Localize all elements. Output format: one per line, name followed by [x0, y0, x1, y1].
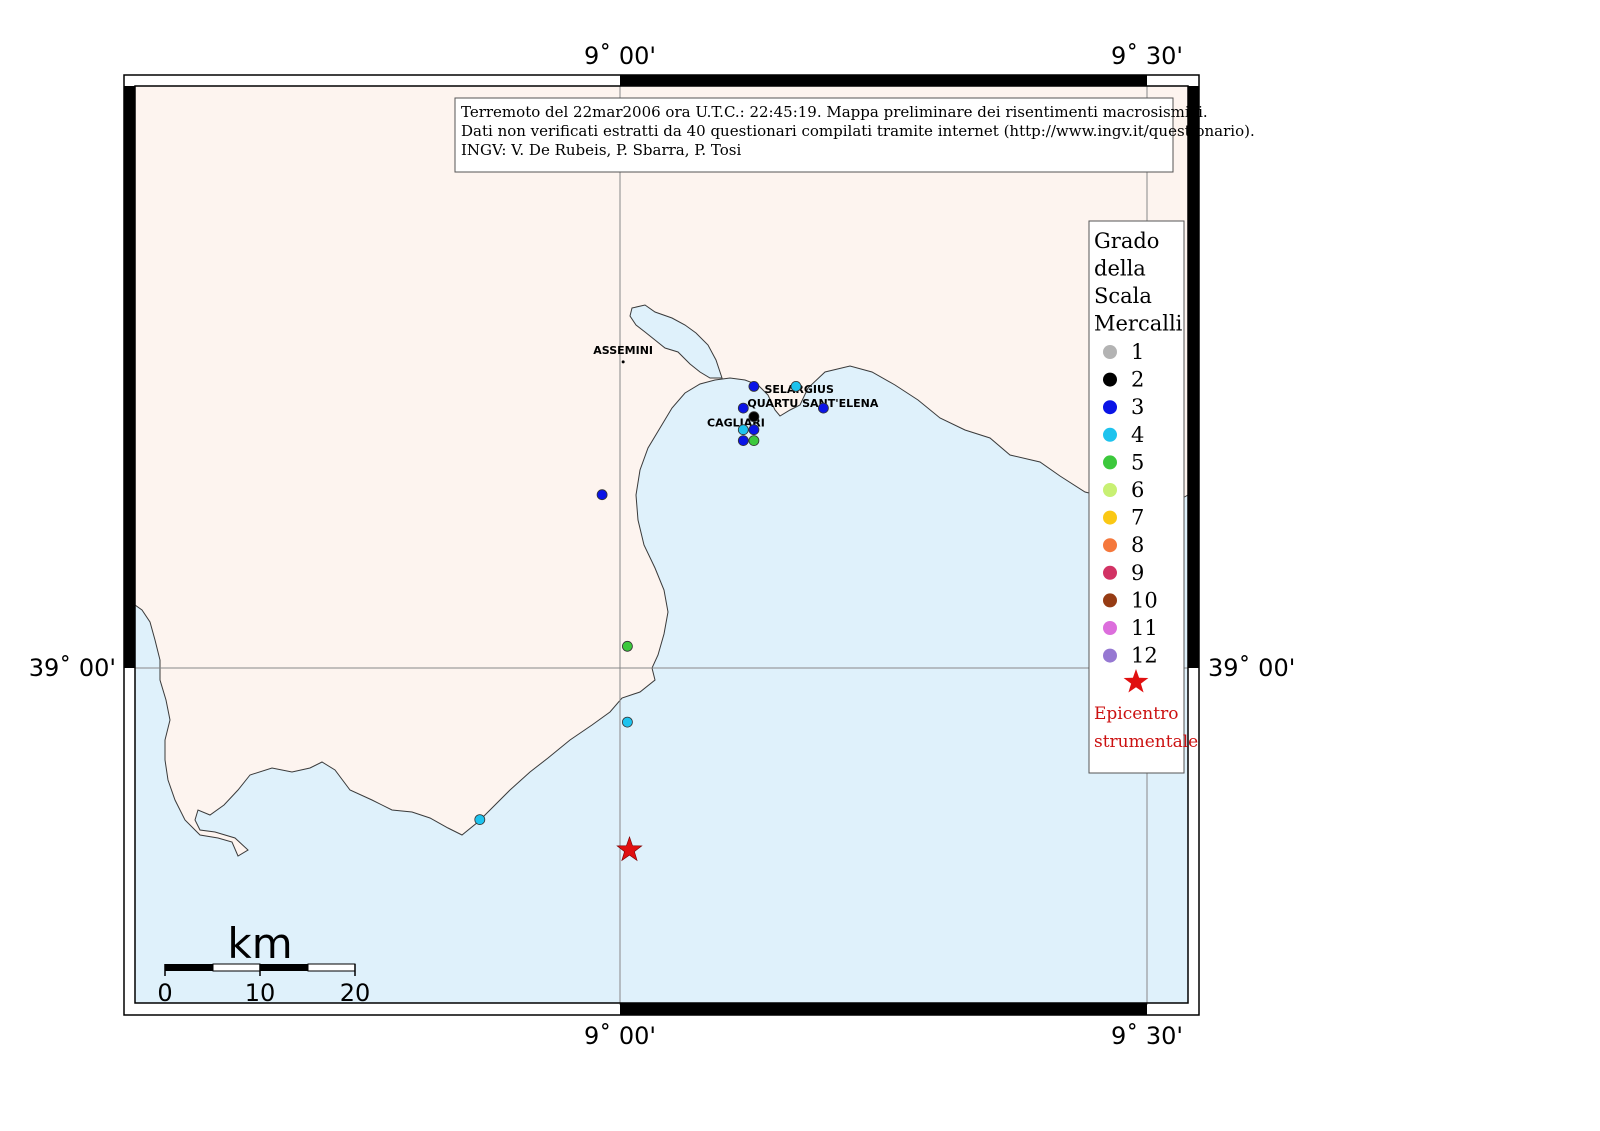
- top-label-9-30: 9˚ 30': [1111, 42, 1183, 70]
- info-line-1: Terremoto del 22mar2006 ora U.T.C.: 22:4…: [461, 103, 1208, 121]
- intensity-point-grade-3: [818, 402, 829, 414]
- scale-segment-1: [165, 964, 213, 971]
- left-label-39-00: 39˚ 00': [29, 654, 116, 682]
- legend-label-11: 11: [1131, 616, 1158, 640]
- legend-epicenter-label-2: strumentale: [1094, 732, 1198, 752]
- legend-label-1: 1: [1131, 340, 1144, 364]
- intensity-point-grade-3: [737, 402, 749, 414]
- place-label: QUARTU SANT'ELENA: [747, 397, 878, 410]
- scale-segment-2: [212, 963, 261, 972]
- intensity-point-grade-4: [474, 814, 486, 825]
- legend-label-5: 5: [1131, 450, 1144, 474]
- legend-swatch-3: [1103, 400, 1117, 415]
- legend-label-4: 4: [1131, 423, 1144, 447]
- intensity-point-grade-3: [748, 424, 760, 436]
- legend-swatch-8: [1103, 538, 1117, 553]
- legend-epicenter-label-1: Epicentro: [1094, 704, 1178, 724]
- bottom-label-9-30: 9˚ 30': [1111, 1022, 1183, 1050]
- info-line-2: Dati non verificati estratti da 40 quest…: [461, 122, 1255, 140]
- place-label: ASSEMINI: [593, 344, 653, 357]
- legend-swatch-11: [1103, 621, 1117, 635]
- intensity-point-grade-4: [737, 424, 749, 436]
- intensity-point-grade-2: [748, 411, 760, 423]
- frame-bar-right: [1188, 86, 1199, 668]
- intensity-point-grade-5: [748, 435, 760, 447]
- legend-swatch-2: [1103, 372, 1117, 387]
- intensity-point-grade-3: [737, 435, 749, 447]
- intensity-point-grade-5: [622, 640, 633, 652]
- info-line-3: INGV: V. De Rubeis, P. Sbarra, P. Tosi: [461, 141, 741, 159]
- top-label-9-00: 9˚ 00': [584, 42, 656, 70]
- legend-label-3: 3: [1131, 395, 1144, 419]
- intensity-point-grade-4: [790, 380, 802, 392]
- legend-swatch-5: [1103, 455, 1117, 470]
- scale-segment-3: [260, 964, 308, 971]
- legend-label-12: 12: [1131, 644, 1158, 668]
- legend-title-line: Grado: [1094, 229, 1159, 253]
- right-label-39-00: 39˚ 00': [1208, 654, 1295, 682]
- legend-swatch-9: [1103, 565, 1117, 580]
- legend-swatch-12: [1103, 648, 1117, 663]
- legend-swatch-7: [1103, 510, 1117, 525]
- legend-title-line: della: [1094, 257, 1146, 281]
- frame-bar-bottom: [620, 1003, 1147, 1015]
- legend-label-7: 7: [1131, 506, 1144, 530]
- scale-label-10: 10: [245, 979, 276, 1007]
- legend-swatch-4: [1103, 427, 1117, 442]
- legend-swatch-6: [1103, 483, 1117, 497]
- legend-label-10: 10: [1131, 588, 1158, 612]
- frame-bar-top: [620, 75, 1147, 86]
- legend-label-9: 9: [1131, 561, 1144, 585]
- scale-label-20: 20: [340, 979, 371, 1007]
- legend-label-6: 6: [1131, 478, 1144, 502]
- legend-title-line: Mercalli: [1094, 312, 1183, 336]
- intensity-point-grade-3: [596, 489, 608, 501]
- seismic-intensity-map: 9˚ 00' 9˚ 30' 9˚ 00' 9˚ 30' 39˚ 00' 39˚ …: [29, 42, 1296, 1050]
- intensity-point-grade-4: [622, 716, 633, 728]
- scale-label-0: 0: [157, 979, 172, 1007]
- scale-title: km: [227, 919, 292, 968]
- scale-segment-4: [307, 963, 356, 972]
- bottom-label-9-00: 9˚ 00': [584, 1022, 656, 1050]
- legend-title-line: Scala: [1094, 284, 1152, 308]
- place-dot-assemini: [621, 360, 625, 364]
- frame-bar-left: [124, 86, 135, 668]
- legend-label-2: 2: [1131, 368, 1144, 392]
- legend-swatch-10: [1103, 593, 1117, 608]
- intensity-point-grade-3: [748, 380, 760, 392]
- legend-label-8: 8: [1131, 533, 1144, 557]
- legend-swatch-1: [1103, 345, 1117, 359]
